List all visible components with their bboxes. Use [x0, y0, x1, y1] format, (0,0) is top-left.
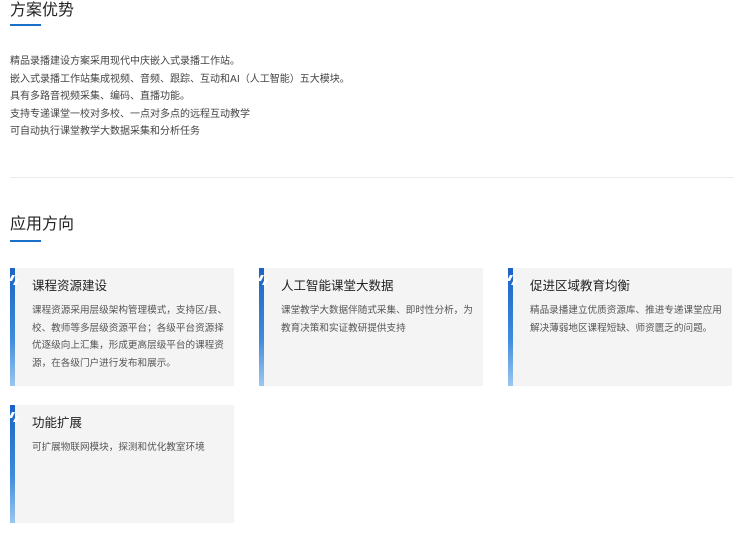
- card-description: 课堂教学大数据伴随式采集、即时性分析，为教育决策和实证教研提供支持: [281, 305, 473, 334]
- advantage-line: 可自动执行课堂教学大数据采集和分析任务: [10, 126, 200, 138]
- advantage-line: 具有多路音视频采集、编码、直播功能。: [10, 91, 190, 103]
- advantages-title-underline: [10, 24, 41, 26]
- applications-title-underline: [10, 240, 41, 242]
- card-course-resources: 课程资源建设 课程资源采用层级架构管理模式，支持区/县、校、教师等多层级资源平台…: [10, 268, 234, 386]
- card-title: 人工智能课堂大数据: [281, 278, 394, 293]
- slash-deco-icon: [10, 412, 19, 422]
- advantages-title: 方案优势: [10, 0, 75, 19]
- advantage-line: 嵌入式录播工作站集成视频、音频、跟踪、互动和AI（人工智能）五大模块。: [10, 73, 350, 85]
- slash-deco-icon: [259, 275, 268, 285]
- slash-deco-icon: [10, 275, 19, 285]
- card-function-extension: 功能扩展 可扩展物联网模块，探测和优化教室环境: [10, 405, 234, 523]
- card-title: 促进区域教育均衡: [530, 278, 631, 293]
- slash-deco-icon: [508, 275, 517, 285]
- card-title: 功能扩展: [32, 415, 83, 430]
- advantage-line: 精品录播建设方案采用现代中庆嵌入式录播工作站。: [10, 56, 240, 67]
- advantage-line: 支持专递课堂一校对多校、一点对多点的远程互动教学: [10, 108, 250, 120]
- card-ai-classroom-data: 人工智能课堂大数据 课堂教学大数据伴随式采集、即时性分析，为教育决策和实证教研提…: [259, 268, 483, 386]
- card-title: 课程资源建设: [32, 278, 108, 293]
- card-description: 精品录播建立优质资源库、推进专递课堂应用解决薄弱地区课程短缺、师资匮乏的问题。: [530, 305, 722, 334]
- applications-title: 应用方向: [10, 214, 75, 233]
- card-description: 课程资源采用层级架构管理模式，支持区/县、校、教师等多层级资源平台；各级平台资源…: [32, 305, 228, 369]
- card-description: 可扩展物联网模块，探测和优化教室环境: [32, 442, 205, 453]
- advantages-list: 精品录播建设方案采用现代中庆嵌入式录播工作站。 嵌入式录播工作站集成视频、音频、…: [10, 53, 350, 141]
- section-divider: [10, 177, 734, 178]
- card-regional-balance: 促进区域教育均衡 精品录播建立优质资源库、推进专递课堂应用解决薄弱地区课程短缺、…: [508, 268, 732, 386]
